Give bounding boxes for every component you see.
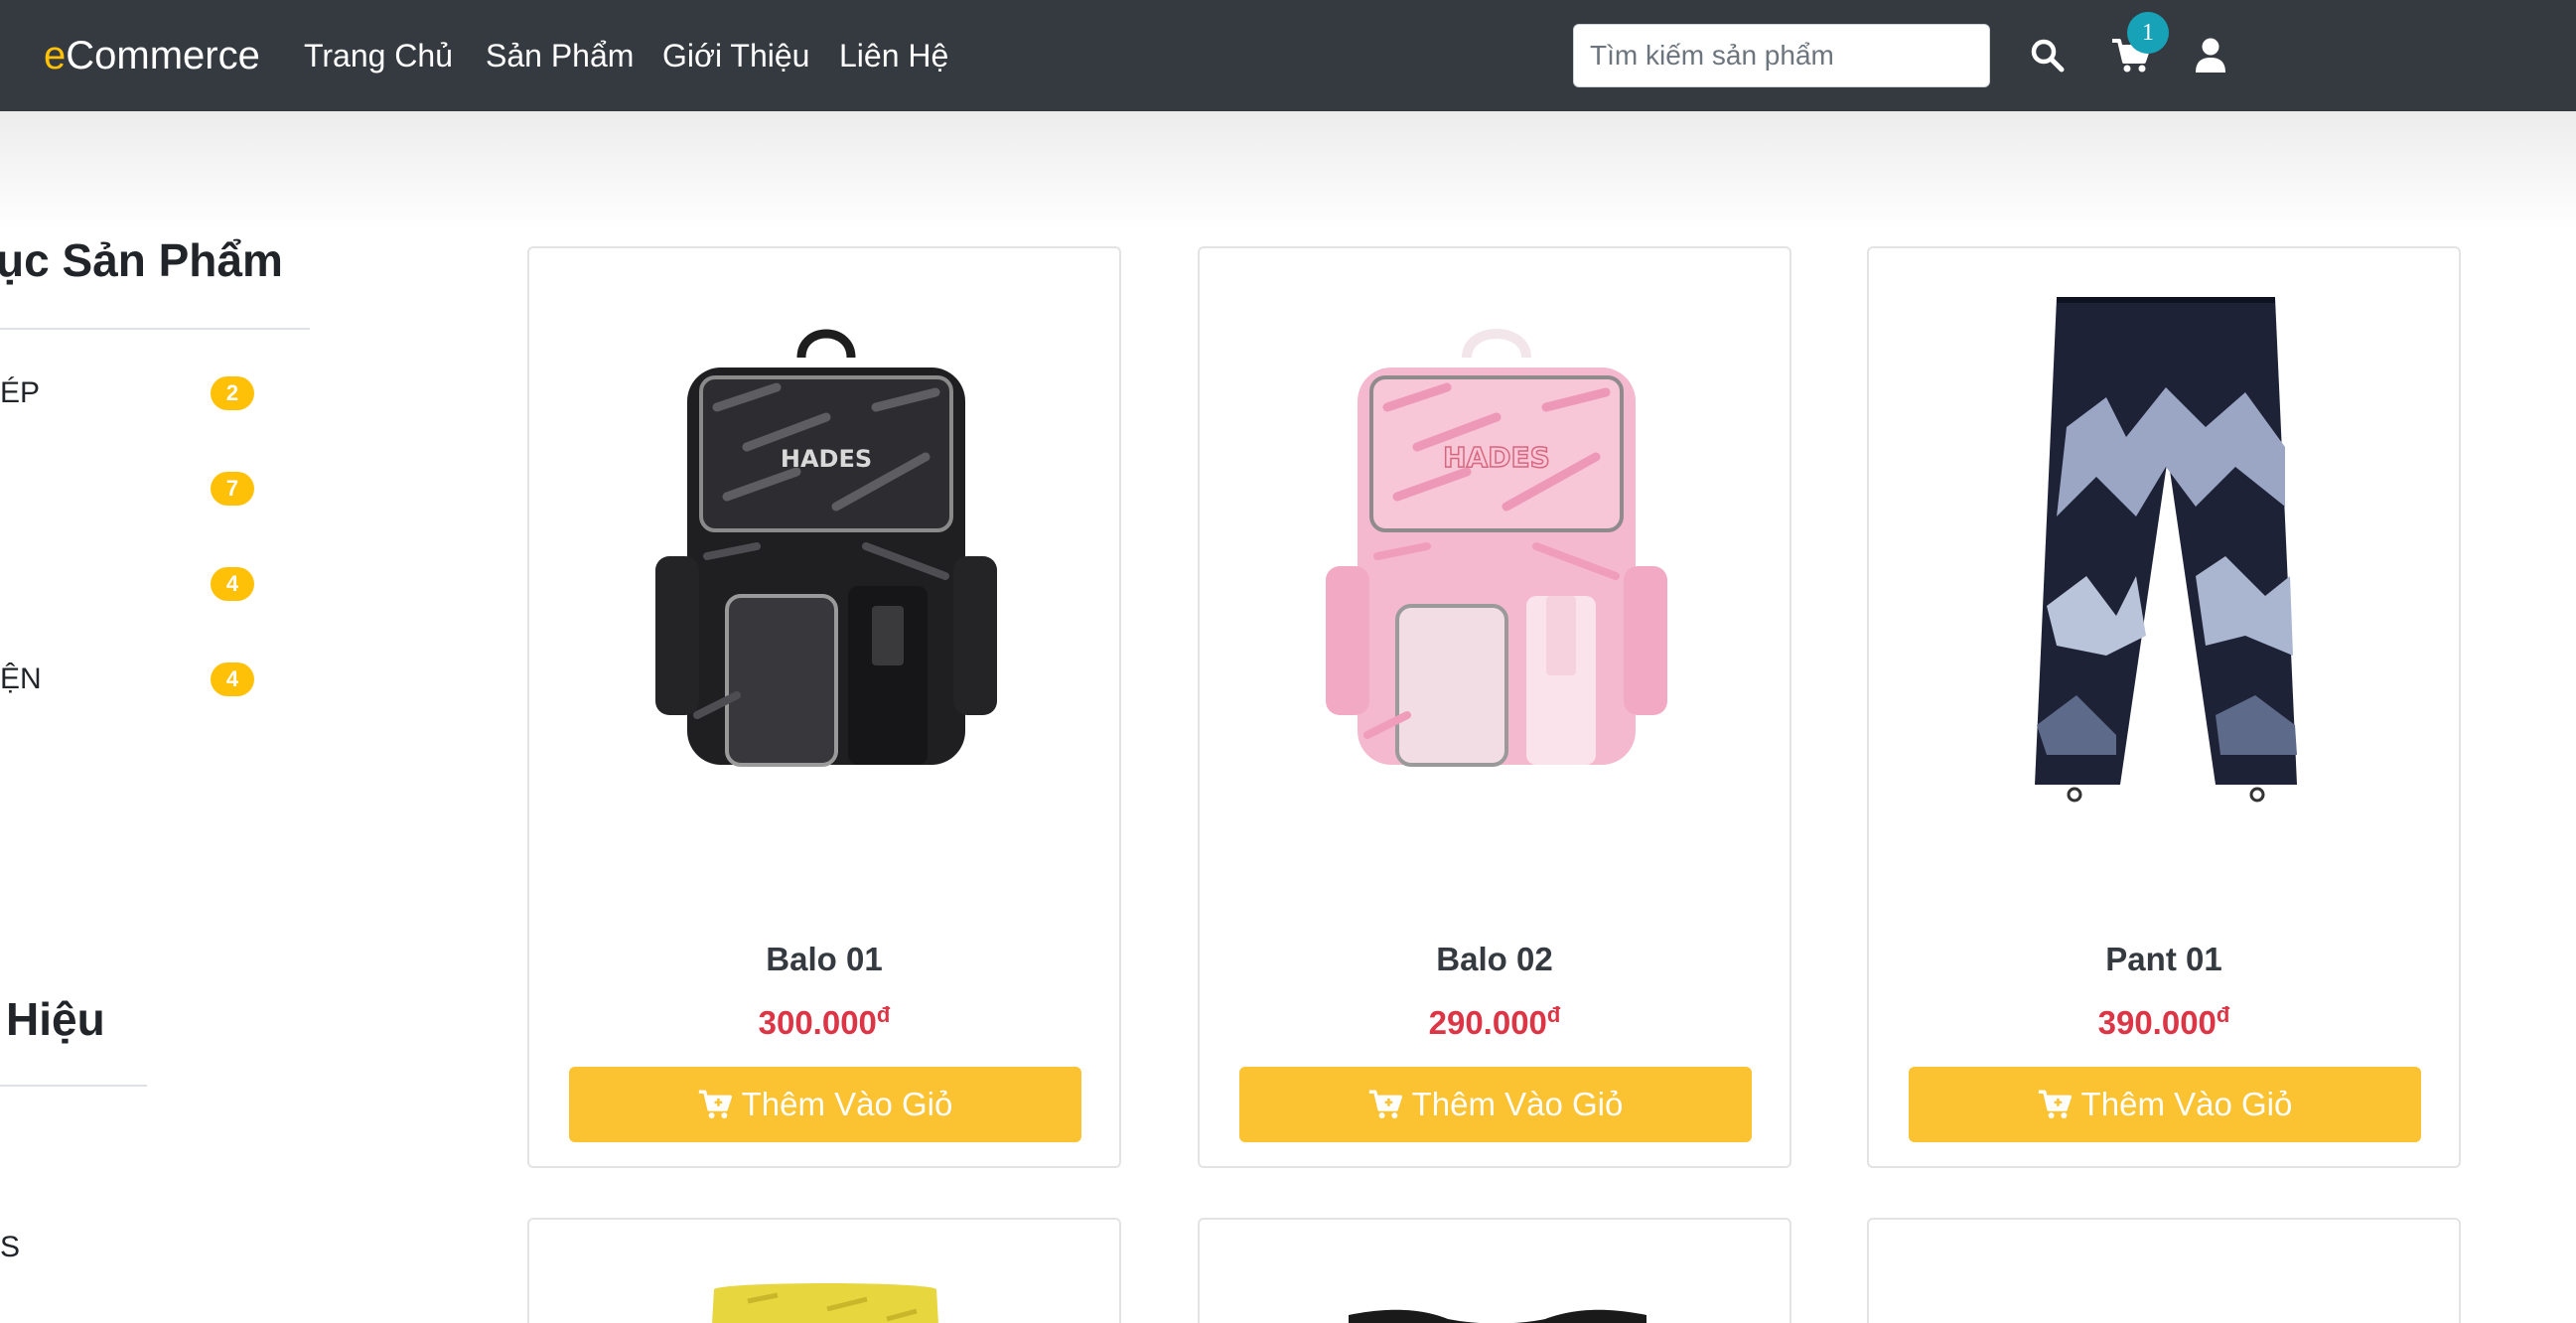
product-price: 390.000đ: [2097, 1002, 2230, 1041]
product-card: Pant 01 390.000đ Thêm Vào Giỏ: [1867, 246, 2461, 1168]
product-card: [527, 1218, 1121, 1323]
cart-plus-icon: [698, 1090, 732, 1119]
pants-image: [2035, 297, 2297, 803]
product-card: [1198, 1218, 1791, 1323]
search-icon[interactable]: [2030, 38, 2066, 74]
nav-link-products[interactable]: Sản Phẩm: [486, 34, 634, 77]
product-image[interactable]: [1909, 288, 2423, 805]
categories-title: ục Sản Phẩm: [0, 234, 283, 286]
nav-link-home[interactable]: Trang Chủ: [304, 34, 453, 77]
brands-divider: [0, 1085, 147, 1087]
nav-link-contact[interactable]: Liên Hệ: [839, 34, 948, 77]
shirt-image: [1349, 1309, 1646, 1323]
product-image[interactable]: HADES: [1239, 288, 1754, 805]
product-image[interactable]: HADES: [569, 288, 1083, 805]
product-card: HADES Balo 01 300.000đ Thêm Vào Giỏ: [527, 246, 1121, 1168]
product-card: HADES Balo 02 290.000đ Thêm Vào Giỏ: [1198, 246, 1791, 1168]
add-to-cart-button[interactable]: Thêm Vào Giỏ: [569, 1067, 1081, 1142]
categories-divider: [0, 328, 310, 330]
cart-plus-icon: [2038, 1090, 2072, 1119]
brand-logo[interactable]: eCommerce: [44, 30, 260, 81]
category-count-badge: 7: [211, 472, 254, 506]
svg-text:HADES: HADES: [781, 445, 872, 473]
add-to-cart-button[interactable]: Thêm Vào Giỏ: [1239, 1067, 1752, 1142]
product-price: 290.000đ: [1428, 1002, 1561, 1041]
cart-count-badge: 1: [2127, 12, 2169, 54]
cart-plus-icon: [1368, 1090, 1402, 1119]
search-input[interactable]: [1574, 25, 1989, 86]
product-card: [1867, 1218, 2461, 1323]
nav-link-about[interactable]: Giới Thiệu: [662, 34, 809, 77]
search-box: [1573, 24, 1990, 87]
shorts-image: [712, 1283, 938, 1323]
category-count-badge: 2: [211, 376, 254, 410]
user-icon[interactable]: [2195, 38, 2226, 74]
product-name[interactable]: Pant 01: [1869, 938, 2459, 981]
product-name[interactable]: Balo 02: [1200, 938, 1789, 981]
backpack-image: HADES: [655, 329, 997, 767]
header-shadow: [0, 111, 2576, 230]
backpack-image: HADES: [1326, 329, 1667, 767]
brand-item[interactable]: S: [0, 1228, 20, 1267]
navbar: eCommerce Trang Chủ Sản Phẩm Giới Thiệu …: [0, 0, 2576, 111]
product-price: 300.000đ: [758, 1002, 891, 1041]
category-count-badge: 4: [211, 662, 254, 696]
category-count-badge: 4: [211, 567, 254, 601]
brands-title: Hiệu: [6, 993, 105, 1045]
category-label: ỆN: [0, 662, 42, 695]
add-to-cart-button[interactable]: Thêm Vào Giỏ: [1909, 1067, 2421, 1142]
svg-text:HADES: HADES: [1443, 441, 1550, 474]
category-label: ÉP: [0, 376, 41, 409]
product-name[interactable]: Balo 01: [529, 938, 1119, 981]
